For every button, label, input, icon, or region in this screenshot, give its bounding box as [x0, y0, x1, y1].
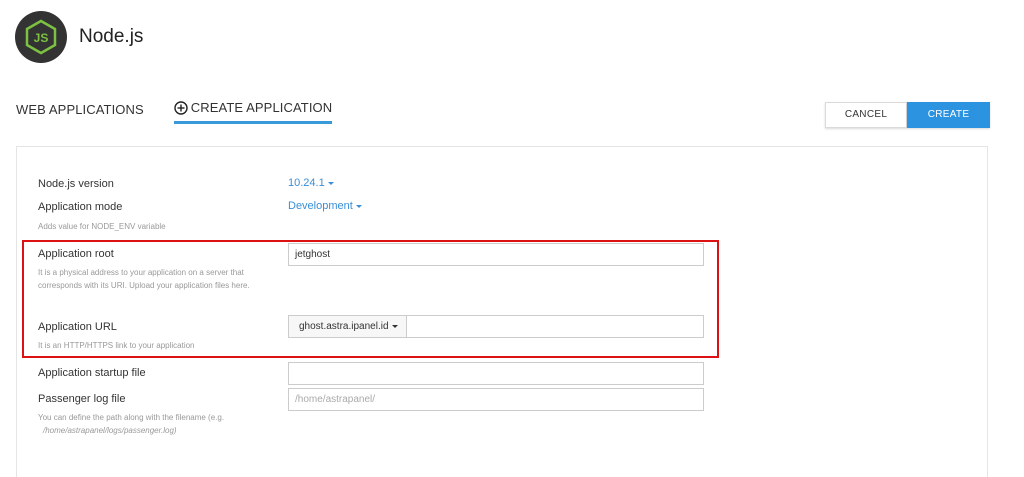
passenger-log-input[interactable]: /home/astrapanel/ [288, 388, 704, 411]
app-mode-dropdown[interactable]: Development [288, 200, 362, 212]
app-mode-hint: Adds value for NODE_ENV variable [38, 222, 166, 231]
nodejs-version-dropdown[interactable]: 10.24.1 [288, 177, 334, 189]
nodejs-version-label: Node.js version [38, 178, 114, 190]
startup-file-input[interactable] [288, 362, 704, 385]
caret-down-icon [327, 181, 334, 185]
passenger-log-label: Passenger log file [38, 393, 126, 405]
nodejs-version-value: 10.24.1 [288, 177, 325, 189]
tab-create-label: CREATE APPLICATION [190, 100, 333, 115]
action-buttons: CANCEL CREATE [825, 102, 990, 128]
startup-file-label: Application startup file [38, 367, 146, 379]
app-title: Node.js [79, 26, 144, 47]
app-mode-label: Application mode [38, 201, 123, 213]
caret-down-icon [355, 204, 362, 208]
passenger-log-hint: You can define the path along with the f… [38, 413, 225, 422]
passenger-log-example: /home/astrapanel/logs/passenger.log) [43, 426, 177, 435]
plus-circle-icon [174, 100, 188, 115]
tab-web-applications[interactable]: WEB APPLICATIONS [16, 100, 144, 124]
highlight-box [22, 240, 719, 358]
create-button[interactable]: CREATE [907, 102, 990, 128]
header: JS Node.js [15, 11, 143, 63]
cancel-button[interactable]: CANCEL [825, 102, 907, 128]
tab-create-application[interactable]: CREATE APPLICATION [173, 100, 333, 124]
nodejs-logo-icon: JS [15, 11, 67, 63]
app-mode-value: Development [288, 200, 353, 212]
tab-bar: WEB APPLICATIONS CREATE APPLICATION [16, 100, 333, 124]
svg-text:JS: JS [34, 31, 49, 45]
